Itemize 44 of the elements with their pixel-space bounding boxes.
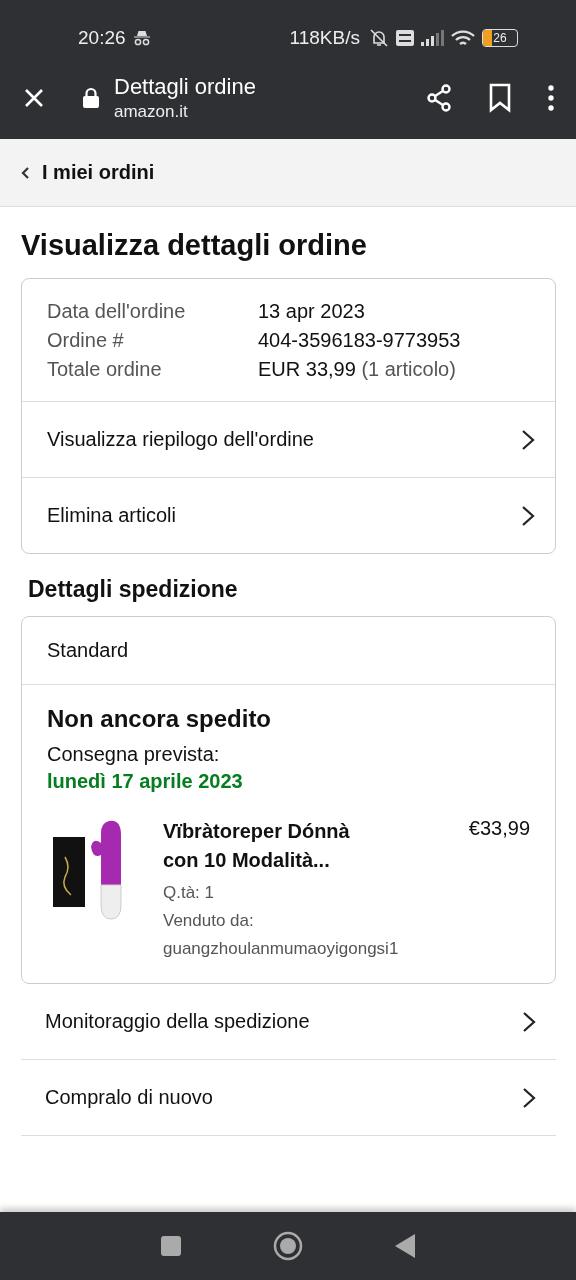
page-url: amazon.it (114, 101, 189, 122)
battery-icon: 26 (482, 29, 518, 47)
muted-bell-icon (368, 28, 390, 48)
seller-name: guangzhoulanmumaoyigongsi1 (163, 939, 400, 959)
recents-button[interactable] (160, 1235, 183, 1257)
delivery-label: Consegna prevista: (47, 743, 221, 766)
info-label: Data dell'ordine (47, 300, 187, 323)
incognito-icon (131, 30, 152, 46)
signal-icon (420, 30, 444, 46)
heading: Visualizza dettagli ordine (21, 229, 368, 262)
status-time: 20:26 (78, 27, 126, 49)
info-value: 13 apr 2023 (258, 300, 366, 323)
network-speed: 118KB/s (289, 27, 360, 49)
quantity: Q.tà: 1 (163, 883, 216, 903)
sold-by-label: Venduto da: (163, 911, 255, 931)
lock-icon (82, 86, 100, 109)
page-title: Dettagli ordine (114, 73, 257, 100)
chevron-right-icon (522, 1086, 536, 1109)
shipment-status: Non ancora spedito (47, 705, 273, 733)
info-label: Totale ordine (47, 358, 163, 381)
menu-button[interactable] (546, 84, 556, 111)
nav-row[interactable]: Monitoraggio della spedizione (21, 984, 556, 1060)
product-title[interactable]: Vïbràtoreper Dónnà con 10 Modalità... (163, 817, 378, 875)
info-value: 404-3596183-9773953 (258, 329, 462, 352)
info-value: EUR 33,99 (1 articolo) (258, 358, 457, 381)
back-chevron-icon (20, 165, 30, 180)
bookmark-button[interactable] (488, 82, 512, 113)
home-button[interactable] (273, 1231, 303, 1261)
wifi-icon (450, 28, 476, 48)
section-heading: Dettagli spedizione (28, 576, 239, 603)
nav-row[interactable]: Elimina articoli (22, 477, 555, 553)
chevron-right-icon (521, 428, 535, 451)
volte-icon (396, 30, 414, 46)
price: €33,99 (468, 817, 530, 841)
chevron-right-icon (522, 1010, 536, 1033)
shipping-method: Standard (22, 617, 555, 685)
nav-row[interactable]: Compralo di nuovo (21, 1060, 556, 1136)
chevron-right-icon (521, 504, 535, 527)
delivery-date: lunedì 17 aprile 2023 (47, 770, 244, 793)
back-button[interactable] (393, 1233, 416, 1259)
share-button[interactable] (424, 82, 454, 113)
back-link[interactable]: I miei ordini (0, 139, 576, 207)
nav-row[interactable]: Visualizza riepilogo dell'ordine (22, 401, 555, 477)
info-label: Ordine # (47, 329, 125, 352)
